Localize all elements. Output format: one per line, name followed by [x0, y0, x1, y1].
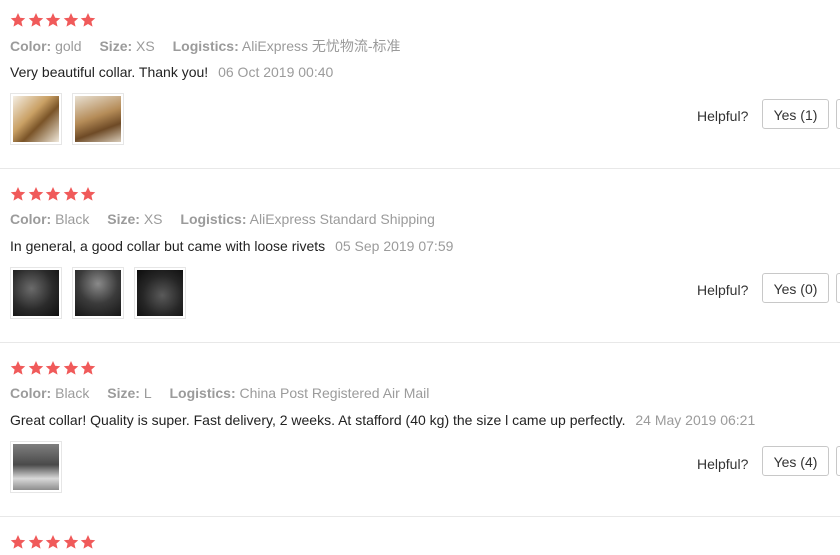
star-icon	[10, 360, 27, 376]
review-photos	[10, 93, 134, 145]
review-photo-thumbnail[interactable]	[10, 441, 62, 493]
color-label: Color:	[10, 38, 52, 54]
size-label: Size:	[107, 385, 140, 401]
size-label: Size:	[107, 211, 140, 227]
color-value: Black	[55, 385, 90, 401]
star-icon	[28, 534, 45, 550]
review-content: Great collar! Quality is super. Fast del…	[10, 411, 755, 429]
star-icon	[63, 186, 80, 202]
helpful-label: Helpful?	[697, 282, 749, 298]
helpful-yes-button[interactable]: Yes (1)	[762, 99, 829, 129]
size-label: Size:	[99, 38, 133, 54]
color-label: Color:	[10, 211, 52, 227]
star-icon	[63, 360, 80, 376]
helpful-label: Helpful?	[697, 456, 749, 472]
review-photo-thumbnail[interactable]	[134, 267, 186, 319]
helpful-label: Helpful?	[697, 108, 749, 124]
star-icon	[45, 186, 62, 202]
star-rating	[10, 360, 98, 376]
review-date: 24 May 2019 06:21	[635, 412, 756, 428]
star-icon	[28, 360, 45, 376]
logistics-label: Logistics:	[180, 211, 247, 227]
size-value: XS	[143, 211, 163, 227]
star-icon	[45, 534, 62, 550]
review-photo-thumbnail[interactable]	[10, 267, 62, 319]
review-content: Very beautiful collar. Thank you! 06 Oct…	[10, 63, 333, 81]
logistics-value: China Post Registered Air Mail	[239, 385, 430, 401]
review-photo-thumbnail[interactable]	[72, 93, 124, 145]
star-icon	[45, 360, 62, 376]
helpful-no-button[interactable]	[836, 446, 840, 476]
review-divider	[0, 342, 840, 343]
review-text: Great collar! Quality is super. Fast del…	[10, 412, 626, 428]
review-photo-thumbnail[interactable]	[72, 267, 124, 319]
color-value: Black	[55, 211, 90, 227]
star-rating	[10, 186, 98, 202]
star-icon	[80, 534, 97, 550]
color-label: Color:	[10, 385, 52, 401]
review-photos	[10, 441, 72, 493]
review-photo-thumbnail[interactable]	[10, 93, 62, 145]
review-text: Very beautiful collar. Thank you!	[10, 64, 209, 80]
star-icon	[10, 534, 27, 550]
star-icon	[45, 12, 62, 28]
helpful-no-button[interactable]	[836, 99, 840, 129]
review-photos	[10, 267, 196, 319]
logistics-label: Logistics:	[169, 385, 236, 401]
logistics-label: Logistics:	[172, 38, 239, 54]
star-rating	[10, 12, 98, 28]
logistics-value: AliExpress Standard Shipping	[249, 211, 435, 227]
review-divider	[0, 516, 840, 517]
star-icon	[80, 12, 97, 28]
star-icon	[28, 12, 45, 28]
star-icon	[63, 12, 80, 28]
star-icon	[10, 186, 27, 202]
size-value: L	[143, 385, 152, 401]
review-text: In general, a good collar but came with …	[10, 238, 326, 254]
logistics-value: AliExpress 无忧物流-标准	[241, 38, 401, 54]
star-icon	[10, 12, 27, 28]
size-value: XS	[136, 38, 155, 54]
star-icon	[80, 186, 97, 202]
review-attributes: Color: Black Size: L Logistics: China Po…	[10, 384, 429, 402]
helpful-yes-button[interactable]: Yes (0)	[762, 273, 829, 303]
review-date: 05 Sep 2019 07:59	[335, 238, 454, 254]
star-icon	[80, 360, 97, 376]
review-divider	[0, 168, 840, 169]
review-date: 06 Oct 2019 00:40	[218, 64, 334, 80]
review-content: In general, a good collar but came with …	[10, 237, 453, 255]
review-attributes: Color: Black Size: XS Logistics: AliExpr…	[10, 210, 435, 228]
helpful-no-button[interactable]	[836, 273, 840, 303]
helpful-yes-button[interactable]: Yes (4)	[762, 446, 829, 476]
star-icon	[63, 534, 80, 550]
review-attributes: Color: gold Size: XS Logistics: AliExpre…	[10, 37, 401, 55]
star-rating	[10, 534, 98, 550]
star-icon	[28, 186, 45, 202]
color-value: gold	[55, 38, 82, 54]
